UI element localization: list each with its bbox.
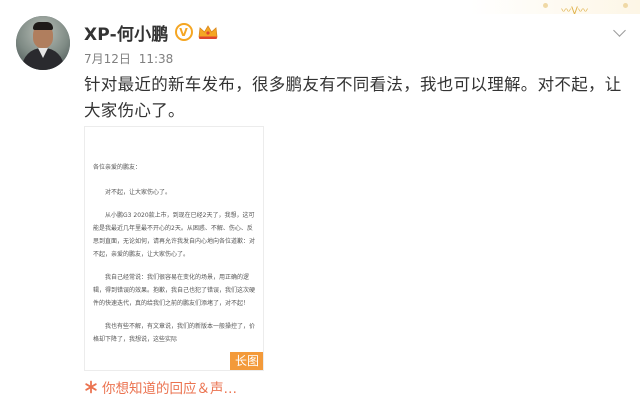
letter-paragraph: 我也有些不解，有文章说，我们的新版本一般操控了，价格却下降了，我想说，这些实际 xyxy=(93,323,256,343)
avatar[interactable] xyxy=(16,16,70,70)
username-row: XP-何小鹏 V xyxy=(84,20,219,45)
post-meta: 7月12日 11:38 xyxy=(84,50,173,67)
letter-content: 各位亲爱的鹏友： 对不起，让大家伤心了。 从小鹏G3 2020款上市，到现在已经… xyxy=(93,161,255,352)
chevron-down-icon[interactable] xyxy=(613,24,626,37)
post-date[interactable]: 7月12日 xyxy=(84,52,131,66)
decoration-dot xyxy=(623,3,628,8)
top-decoration: 〰ᐯ〰 xyxy=(470,0,640,17)
asterisk-icon xyxy=(84,380,98,394)
letter-paragraph: 对不起，让大家伤心了。 xyxy=(105,189,172,196)
response-link[interactable]: 你想知道的回应＆声… xyxy=(84,377,237,397)
letter-salutation: 各位亲爱的鹏友： xyxy=(93,164,142,171)
weibo-post-card: 〰ᐯ〰 XP-何小鹏 V 7月12日 11:38 针对最近的新车发布，很多鹏友有… xyxy=(0,0,640,402)
decoration-wave-icon: 〰ᐯ〰 xyxy=(561,6,588,17)
crown-icon[interactable] xyxy=(197,24,219,40)
letter-paragraph: 我自己经常说：我们很容易在变化的场景，用正确的逻辑，得到错误的效果。抱歉，我自己… xyxy=(93,274,256,307)
post-image[interactable]: 各位亲爱的鹏友： 对不起，让大家伤心了。 从小鹏G3 2020款上市，到现在已经… xyxy=(84,126,264,371)
verified-v-icon[interactable]: V xyxy=(174,23,193,41)
decoration-dot xyxy=(543,3,548,8)
long-image-badge: 长图 xyxy=(229,352,263,370)
username[interactable]: XP-何小鹏 xyxy=(84,20,169,45)
post-text: 针对最近的新车发布，很多鹏友有不同看法，我也可以理解。对不起，让大家伤心了。 xyxy=(84,75,622,120)
post-time[interactable]: 11:38 xyxy=(139,52,174,66)
response-link-label[interactable]: 你想知道的回应＆声… xyxy=(102,377,237,397)
letter-paragraph: 从小鹏G3 2020款上市，到现在已经2天了，我想，这可能是我最近几年里最不开心… xyxy=(93,212,256,258)
